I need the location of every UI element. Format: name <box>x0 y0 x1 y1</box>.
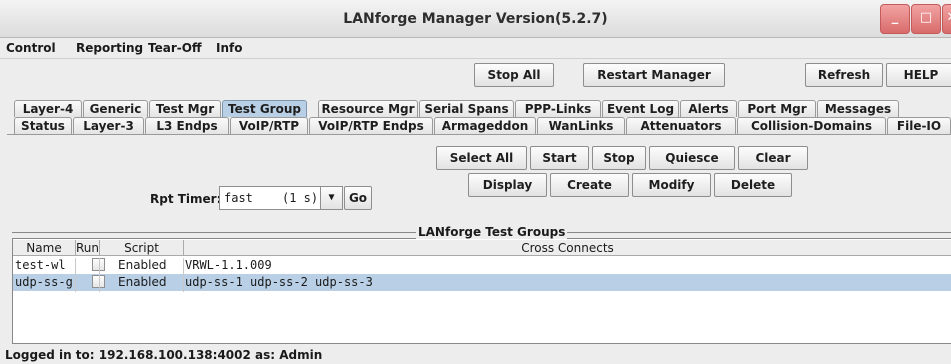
tab-test-group[interactable]: Test Group <box>222 100 307 117</box>
cell-divider <box>75 275 76 292</box>
group-title: LANforge Test Groups <box>416 225 568 239</box>
tab-ppp-links[interactable]: PPP-Links <box>515 100 601 117</box>
tab-resource-mgr[interactable]: Resource Mgr <box>318 100 418 117</box>
refresh-button[interactable]: Refresh <box>805 63 883 87</box>
tab-port-mgr[interactable]: Port Mgr <box>738 100 816 117</box>
title-bar: LANforge Manager Version(5.2.7) _ □ ✕ <box>0 0 951 38</box>
column-name[interactable]: Name <box>13 241 75 255</box>
tab-wanlinks[interactable]: WanLinks <box>537 117 625 134</box>
quiesce-button[interactable]: Quiesce <box>649 146 735 170</box>
rpt-timer-interval: (1 s) <box>282 191 319 205</box>
row-script: Enabled <box>118 275 167 289</box>
close-icon[interactable]: ✕ <box>942 4 951 34</box>
header-divider <box>183 240 184 256</box>
tab-messages[interactable]: Messages <box>817 100 899 117</box>
rpt-timer-value: fast <box>224 191 253 205</box>
tab-voip-rtp[interactable]: VoIP/RTP <box>230 117 308 134</box>
display-button[interactable]: Display <box>468 173 547 197</box>
menu-control[interactable]: Control <box>6 41 56 55</box>
table-header: Name Run Script Cross Connects <box>13 240 951 256</box>
delete-button[interactable]: Delete <box>714 173 792 197</box>
row-script: Enabled <box>118 258 167 272</box>
minimize-icon[interactable]: _ <box>880 4 910 34</box>
go-button[interactable]: Go <box>344 186 372 210</box>
header-divider <box>75 240 76 256</box>
tab-layer-3[interactable]: Layer-3 <box>73 117 144 134</box>
row-name: test-wl <box>15 258 66 272</box>
row-cross-connects: VRWL-1.1.009 <box>185 258 272 272</box>
tab-alerts[interactable]: Alerts <box>680 100 737 117</box>
tab-l3-endps[interactable]: L3 Endps <box>145 117 229 134</box>
cell-divider <box>183 258 184 275</box>
column-run[interactable]: Run <box>76 241 99 255</box>
menu-reporting[interactable]: Reporting <box>76 41 143 55</box>
cell-divider <box>75 258 76 275</box>
column-cross-connects[interactable]: Cross Connects <box>184 241 951 255</box>
menu-bar: Control Reporting Tear-Off Info <box>0 38 951 58</box>
menu-tear-off[interactable]: Tear-Off <box>148 41 202 55</box>
cell-divider <box>183 275 184 292</box>
header-divider <box>99 240 100 256</box>
tab-event-log[interactable]: Event Log <box>602 100 679 117</box>
status-bar: Logged in to: 192.168.100.138:4002 as: A… <box>5 348 323 362</box>
tab-status[interactable]: Status <box>14 117 72 134</box>
create-button[interactable]: Create <box>550 173 629 197</box>
window-title: LANforge Manager Version(5.2.7) <box>343 11 608 27</box>
stop-button[interactable]: Stop <box>592 146 646 170</box>
tab-test-mgr[interactable]: Test Mgr <box>149 100 221 117</box>
select-all-button[interactable]: Select All <box>436 146 527 170</box>
table-row[interactable]: udp-ss-g Enabled udp-ss-1 udp-ss-2 udp-s… <box>13 274 951 292</box>
table-row[interactable]: test-wl Enabled VRWL-1.1.009 <box>13 257 951 275</box>
tab-armageddon[interactable]: Armageddon <box>434 117 536 134</box>
maximize-icon[interactable]: □ <box>911 4 941 34</box>
row-name: udp-ss-g <box>15 275 73 289</box>
modify-button[interactable]: Modify <box>632 173 711 197</box>
cell-divider <box>99 258 100 275</box>
rpt-timer-select[interactable]: fast (1 s) ▼ <box>219 186 343 210</box>
tab-layer-4[interactable]: Layer-4 <box>14 100 82 117</box>
start-button[interactable]: Start <box>530 146 589 170</box>
chevron-down-icon[interactable]: ▼ <box>320 187 342 209</box>
tab-generic[interactable]: Generic <box>83 100 148 117</box>
stop-all-button[interactable]: Stop All <box>474 63 554 87</box>
clear-button[interactable]: Clear <box>738 146 808 170</box>
tab-collision-domains[interactable]: Collision-Domains <box>737 117 886 134</box>
tab-attenuators[interactable]: Attenuators <box>626 117 736 134</box>
tab-voip-rtp-endps[interactable]: VoIP/RTP Endps <box>309 117 433 134</box>
tab-serial-spans[interactable]: Serial Spans <box>419 100 514 117</box>
column-script[interactable]: Script <box>100 241 183 255</box>
row-cross-connects: udp-ss-1 udp-ss-2 udp-ss-3 <box>185 275 373 289</box>
help-button[interactable]: HELP <box>886 63 951 87</box>
menu-info[interactable]: Info <box>216 41 242 55</box>
rpt-timer-label: Rpt Timer: <box>150 192 222 206</box>
tab-file-io[interactable]: File-IO <box>887 117 951 134</box>
restart-manager-button[interactable]: Restart Manager <box>583 63 725 87</box>
cell-divider <box>99 275 100 292</box>
